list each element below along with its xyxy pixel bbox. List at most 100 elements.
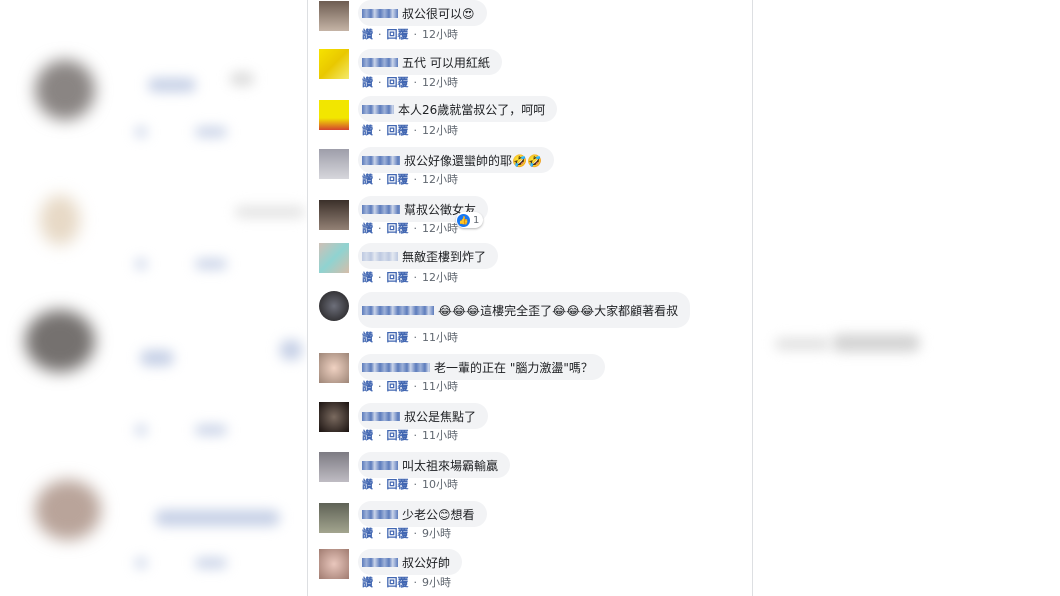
commenter-name[interactable] <box>362 204 400 214</box>
avatar[interactable] <box>319 100 349 130</box>
timestamp[interactable]: 12小時 <box>422 28 458 41</box>
blurred-text <box>195 259 227 269</box>
like-link[interactable]: 讚 <box>362 124 373 137</box>
comment: 叔公是焦點了 讚 · 回覆 · 11小時 <box>308 402 752 451</box>
avatar[interactable] <box>319 243 349 273</box>
comment: 叔公很可以😍 讚 · 回覆 · 12小時 <box>308 0 752 49</box>
reply-link[interactable]: 回覆 <box>387 28 409 41</box>
commenter-name[interactable] <box>362 251 398 261</box>
blurred-avatar <box>25 310 95 372</box>
like-link[interactable]: 讚 <box>362 380 373 393</box>
reply-link[interactable]: 回覆 <box>387 527 409 540</box>
commenter-name[interactable] <box>362 509 398 519</box>
timestamp[interactable]: 12小時 <box>422 173 458 186</box>
comment-bubble: 叔公是焦點了 <box>358 403 489 429</box>
comment: 老一輩的正在 "腦力激盪"嗎？ 讚 · 回覆 · 11小時 <box>308 353 752 402</box>
avatar[interactable] <box>319 200 349 230</box>
like-link[interactable]: 讚 <box>362 222 373 235</box>
comment-meta: 讚 · 回覆 · 9小時 <box>362 527 451 540</box>
avatar[interactable] <box>319 49 349 79</box>
comment-meta: 讚 · 回覆 · 11小時 <box>362 380 458 393</box>
comment-bubble: 叔公好帥 <box>358 549 463 575</box>
commenter-name[interactable] <box>362 460 398 470</box>
like-link[interactable]: 讚 <box>362 429 373 442</box>
commenter-name[interactable] <box>362 411 400 421</box>
avatar[interactable] <box>319 291 349 321</box>
comment-bubble: 老一輩的正在 "腦力激盪"嗎？ <box>358 354 605 380</box>
reply-link[interactable]: 回覆 <box>387 222 409 235</box>
comment: 😂😂😂這樓完全歪了😂😂😂大家都顧著看叔 讚 · 回覆 · 11小時 <box>308 291 752 344</box>
blurred-text <box>135 425 147 435</box>
commenter-name[interactable] <box>362 8 398 18</box>
reply-link[interactable]: 回覆 <box>387 478 409 491</box>
reply-link[interactable]: 回覆 <box>387 76 409 89</box>
comment-bubble: 叔公好像還蠻帥的耶🤣🤣 <box>358 147 554 173</box>
blurred-text <box>832 334 920 352</box>
like-link[interactable]: 讚 <box>362 527 373 540</box>
commenter-name[interactable] <box>362 305 434 315</box>
timestamp[interactable]: 9小時 <box>422 527 451 540</box>
blurred-text <box>135 127 147 137</box>
reaction-badge[interactable]: 👍 1 <box>456 212 484 228</box>
blurred-text <box>280 340 302 360</box>
like-link[interactable]: 讚 <box>362 76 373 89</box>
comment: 少老公😊想看 讚 · 回覆 · 9小時 <box>308 500 752 549</box>
comment-meta: 讚 · 回覆 · 12小時 <box>362 173 458 186</box>
comment-meta: 讚 · 回覆 · 11小時 <box>362 429 458 442</box>
like-link[interactable]: 讚 <box>362 28 373 41</box>
like-thumb-icon: 👍 <box>457 213 470 227</box>
avatar[interactable] <box>319 452 349 482</box>
timestamp[interactable]: 9小時 <box>422 576 451 589</box>
avatar[interactable] <box>319 402 349 432</box>
blurred-text <box>195 425 227 435</box>
reply-link[interactable]: 回覆 <box>387 576 409 589</box>
comment-text: 叔公很可以😍 <box>402 6 475 21</box>
avatar[interactable] <box>319 149 349 179</box>
reaction-count: 1 <box>473 214 480 226</box>
comment: 叫太祖來場霸輸贏 讚 · 回覆 · 10小時 <box>308 451 752 500</box>
like-link[interactable]: 讚 <box>362 331 373 344</box>
commenter-name[interactable] <box>362 57 398 67</box>
avatar[interactable] <box>319 353 349 383</box>
blurred-avatar <box>35 60 95 120</box>
avatar[interactable] <box>319 503 349 533</box>
timestamp[interactable]: 12小時 <box>422 76 458 89</box>
timestamp[interactable]: 11小時 <box>422 429 458 442</box>
avatar[interactable] <box>319 1 349 31</box>
like-link[interactable]: 讚 <box>362 478 373 491</box>
timestamp[interactable]: 10小時 <box>422 478 458 491</box>
commenter-name[interactable] <box>362 557 398 567</box>
timestamp[interactable]: 11小時 <box>422 331 458 344</box>
commenter-name[interactable] <box>362 362 430 372</box>
comment-text: 老一輩的正在 "腦力激盪"嗎？ <box>434 360 593 375</box>
comment-bubble: 五代 可以用紅紙 <box>358 49 502 75</box>
timestamp[interactable]: 12小時 <box>422 124 458 137</box>
reply-link[interactable]: 回覆 <box>387 429 409 442</box>
reply-link[interactable]: 回覆 <box>387 271 409 284</box>
avatar[interactable] <box>319 549 349 579</box>
reply-link[interactable]: 回覆 <box>387 173 409 186</box>
blurred-avatar <box>40 195 80 245</box>
blurred-text <box>775 338 830 350</box>
commenter-name[interactable] <box>362 104 394 114</box>
like-link[interactable]: 讚 <box>362 576 373 589</box>
commenter-name[interactable] <box>362 155 400 165</box>
comment-bubble: 無敵歪樓到炸了 <box>358 243 499 269</box>
blurred-text <box>155 510 280 526</box>
comment-meta: 讚 · 回覆 · 12小時 <box>362 271 458 284</box>
blurred-text <box>235 206 305 218</box>
reply-link[interactable]: 回覆 <box>387 124 409 137</box>
timestamp[interactable]: 11小時 <box>422 380 458 393</box>
reply-link[interactable]: 回覆 <box>387 380 409 393</box>
like-link[interactable]: 讚 <box>362 173 373 186</box>
comment-meta: 讚 · 回覆 · 12小時 <box>362 124 458 137</box>
comment-meta: 讚 · 回覆 · 11小時 <box>362 331 458 344</box>
reply-link[interactable]: 回覆 <box>387 331 409 344</box>
comment-text: 五代 可以用紅紙 <box>402 55 490 70</box>
timestamp[interactable]: 12小時 <box>422 271 458 284</box>
like-link[interactable]: 讚 <box>362 271 373 284</box>
comment-bubble: 叔公很可以😍 <box>358 0 487 26</box>
blurred-text <box>195 127 227 137</box>
timestamp[interactable]: 12小時 <box>422 222 458 235</box>
comment-text: 叫太祖來場霸輸贏 <box>402 458 499 473</box>
